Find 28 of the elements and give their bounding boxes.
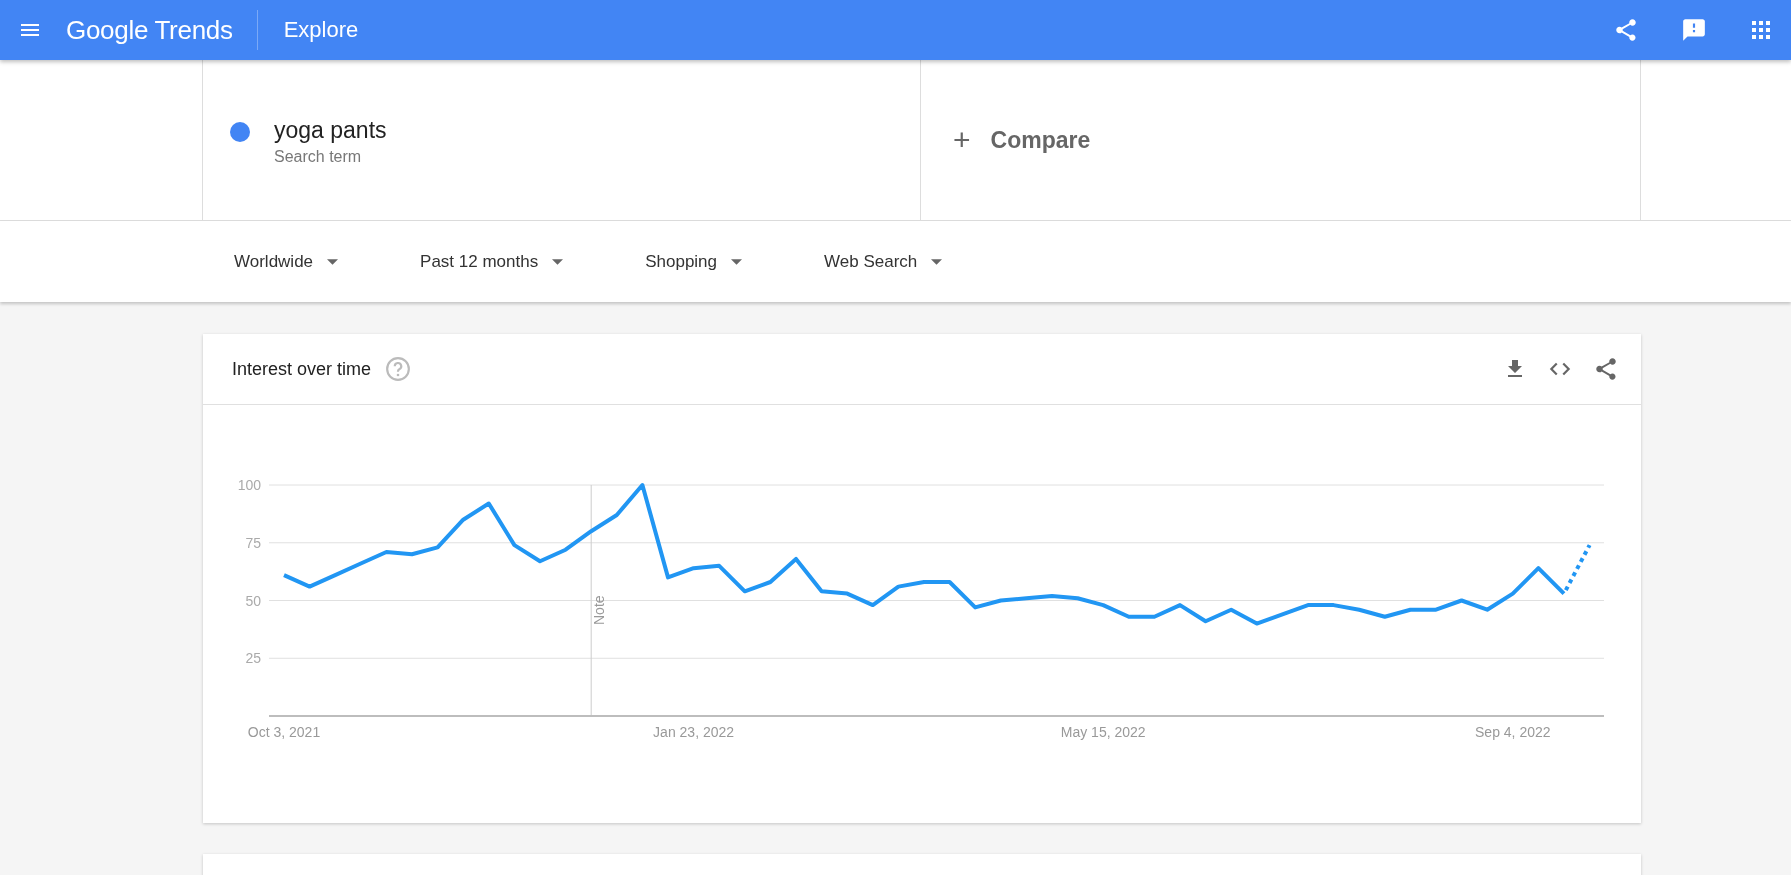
- search-term[interactable]: yoga pants: [274, 117, 387, 144]
- x-axis-label: Jan 23, 2022: [653, 724, 735, 740]
- share-icon[interactable]: [1593, 356, 1619, 382]
- x-axis-label: May 15, 2022: [1060, 724, 1146, 740]
- compare-button[interactable]: + Compare: [953, 123, 1091, 157]
- filter-dropdown[interactable]: Web Search: [810, 243, 957, 280]
- filter-dropdown[interactable]: Worldwide: [220, 243, 353, 280]
- caret-icon: [731, 258, 743, 265]
- filter-dropdown[interactable]: Shopping: [631, 243, 757, 280]
- x-axis-label: Sep 4, 2022: [1475, 724, 1551, 740]
- y-axis-label: 50: [245, 592, 261, 609]
- term-type-label: Search term: [274, 148, 363, 166]
- y-axis-label: 75: [245, 534, 261, 551]
- caret-icon: [552, 258, 564, 265]
- card-title: Interest over time: [232, 358, 372, 380]
- y-axis-label: 100: [237, 477, 261, 493]
- filter-dropdown[interactable]: Past 12 months: [406, 243, 578, 280]
- x-axis-label: Oct 3, 2021: [247, 724, 321, 740]
- note-label: Note: [591, 595, 608, 625]
- page-title: Explore: [283, 17, 359, 43]
- y-axis-label: 25: [245, 650, 261, 667]
- caret-icon: [327, 258, 339, 265]
- help-icon[interactable]: [385, 356, 412, 382]
- apps-icon[interactable]: [1749, 18, 1773, 42]
- logo[interactable]: Google Trends: [66, 14, 233, 46]
- caret-icon: [931, 258, 943, 265]
- share-icon[interactable]: [1613, 17, 1639, 43]
- feedback-icon[interactable]: [1681, 17, 1707, 43]
